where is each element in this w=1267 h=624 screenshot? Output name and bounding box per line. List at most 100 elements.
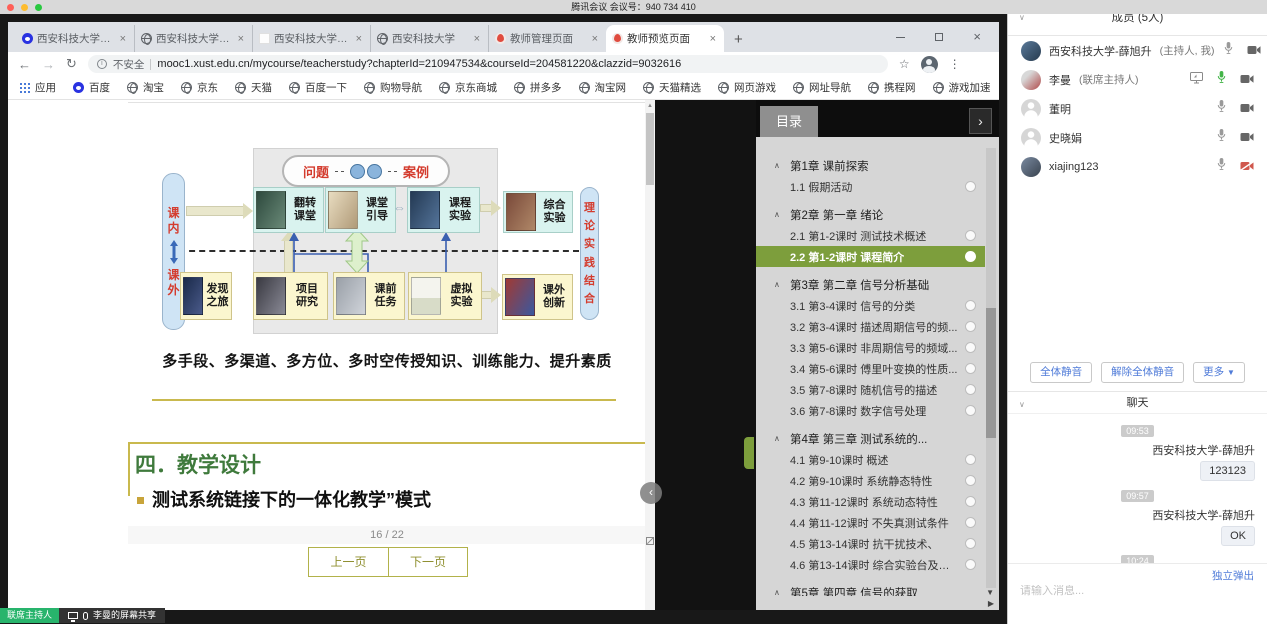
new-tab-button[interactable]: + [724, 31, 753, 52]
tab-close-icon[interactable]: × [354, 33, 364, 45]
toc-section[interactable]: 3.6 第7-8课时 数字信号处理 [756, 400, 985, 421]
browser-tab[interactable]: 西安科技大学欢迎您× [134, 25, 252, 52]
collapse-caret-icon[interactable]: ∧ [774, 210, 790, 219]
toc-chapter[interactable]: ∧第1章 课前探索 [756, 155, 985, 176]
toc-section[interactable]: 4.1 第9-10课时 概述 [756, 449, 985, 470]
browser-tab[interactable]: 西安科技大学_百度× [16, 25, 134, 52]
camera-icon[interactable]: > [1240, 129, 1254, 147]
toc-collapse-handle[interactable] [744, 437, 754, 469]
camera-icon[interactable]: > [1247, 42, 1261, 60]
toc-chapter[interactable]: ∧第5章 第四章 信号的获取 [756, 582, 985, 596]
toc-section[interactable]: 2.2 第1-2课时 课程简介 [756, 246, 985, 267]
browser-tab[interactable]: 教师预览页面× [606, 25, 724, 52]
camera-off-icon[interactable] [1240, 158, 1254, 176]
member-row[interactable]: 史晓娟> [1008, 123, 1267, 152]
member-row[interactable]: 西安科技大学-薛旭升(主持人, 我)> [1008, 36, 1267, 65]
mic-icon[interactable] [1216, 128, 1227, 147]
window-maximize-button[interactable] [935, 33, 943, 41]
tab-close-icon[interactable]: × [118, 33, 128, 45]
next-page-button[interactable]: 下一页 [388, 548, 467, 576]
browser-tab[interactable]: 教师管理页面× [488, 25, 606, 52]
toc-chapter[interactable]: ∧第2章 第一章 绪论 [756, 204, 985, 225]
toc-section[interactable]: 3.4 第5-6课时 傅里叶变换的性质... [756, 358, 985, 379]
mic-icon[interactable] [1216, 70, 1227, 89]
chat-input[interactable] [1020, 585, 1240, 597]
scroll-up-icon[interactable]: ▲ [645, 100, 655, 109]
collapse-caret-icon[interactable]: ∧ [774, 434, 790, 443]
unmute-all-button[interactable]: 解除全体静音 [1101, 362, 1184, 383]
collapse-caret-icon[interactable]: ∧ [774, 161, 790, 170]
toc-title-tab[interactable]: 目录 [760, 106, 818, 137]
toc-section[interactable]: 3.3 第5-6课时 非周期信号的频域... [756, 337, 985, 358]
bookmark-item[interactable]: 携程网 [868, 80, 916, 95]
bookmark-item[interactable]: 游戏加速 [933, 80, 991, 95]
toc-chapter[interactable]: ∧第4章 第三章 测试系统的... [756, 428, 985, 449]
prev-page-button[interactable]: 上一页 [309, 548, 388, 576]
mic-icon[interactable] [1216, 157, 1227, 176]
menu-dots-icon[interactable]: ⋮ [949, 57, 961, 71]
toc-section[interactable]: 2.1 第1-2课时 测试技术概述 [756, 225, 985, 246]
bookmark-star-icon[interactable]: ☆ [899, 57, 910, 71]
minimize-traffic-light[interactable] [21, 4, 28, 11]
scroll-right-icon[interactable]: ▶ [988, 599, 994, 608]
radio-icon[interactable] [965, 251, 976, 262]
bookmark-item[interactable]: 网页游戏 [718, 80, 776, 95]
toc-chapter[interactable]: ∧第3章 第二章 信号分析基础 [756, 274, 985, 295]
chat-header[interactable]: ∨ 聊天 [1008, 391, 1267, 414]
mic-icon[interactable] [1216, 99, 1227, 118]
bookmark-item[interactable]: 购物导航 [364, 80, 422, 95]
radio-icon[interactable] [965, 300, 976, 311]
toc-section[interactable]: 3.2 第3-4课时 描述周期信号的频... [756, 316, 985, 337]
bookmark-item[interactable]: 应用 [20, 80, 56, 95]
radio-icon[interactable] [965, 363, 976, 374]
radio-icon[interactable] [965, 342, 976, 353]
mic-icon[interactable] [1223, 41, 1234, 60]
document-scrollbar[interactable]: ▲ [645, 100, 655, 610]
profile-icon[interactable] [921, 56, 938, 73]
radio-icon[interactable] [965, 496, 976, 507]
url-field[interactable]: i 不安全 mooc1.xust.edu.cn/mycourse/teacher… [88, 55, 888, 73]
toc-section[interactable]: 4.3 第11-12课时 系统动态特性 [756, 491, 985, 512]
toc-section[interactable]: 1.1 假期活动 [756, 176, 985, 197]
radio-icon[interactable] [965, 181, 976, 192]
bookmark-item[interactable]: 拼多多 [514, 80, 562, 95]
radio-icon[interactable] [965, 321, 976, 332]
back-icon[interactable]: ← [18, 57, 31, 72]
member-row[interactable]: 董明> [1008, 94, 1267, 123]
collapse-caret-icon[interactable]: ∧ [774, 280, 790, 289]
bookmark-item[interactable]: 京东 [181, 80, 218, 95]
tab-close-icon[interactable]: × [708, 33, 718, 45]
tab-close-icon[interactable]: × [472, 33, 482, 45]
bookmark-item[interactable]: 京东商城 [439, 80, 497, 95]
bookmark-item[interactable]: 淘宝 [127, 80, 164, 95]
member-row[interactable]: 李曼(联席主持人)> [1008, 65, 1267, 94]
radio-icon[interactable] [965, 538, 976, 549]
refresh-icon[interactable]: ↻ [66, 56, 77, 72]
tab-close-icon[interactable]: × [590, 33, 600, 45]
chevron-down-icon[interactable]: ∨ [1019, 13, 1025, 22]
window-close-button[interactable]: × [973, 32, 981, 42]
radio-icon[interactable] [965, 559, 976, 570]
fullscreen-icon[interactable] [646, 537, 654, 545]
radio-icon[interactable] [965, 475, 976, 486]
bookmark-item[interactable]: 百度 [73, 80, 110, 95]
member-row[interactable]: xiajing123 [1008, 152, 1267, 181]
forward-icon[interactable]: → [42, 57, 55, 72]
scroll-down-icon[interactable]: ▼ [986, 588, 994, 597]
bookmark-item[interactable]: 百度一下 [289, 80, 347, 95]
scrollbar-thumb[interactable] [646, 113, 654, 185]
toc-section[interactable]: 3.1 第3-4课时 信号的分类 [756, 295, 985, 316]
bookmark-item[interactable]: 天猫精选 [643, 80, 701, 95]
radio-icon[interactable] [965, 454, 976, 465]
zoom-traffic-light[interactable] [35, 4, 42, 11]
scrollbar-thumb[interactable] [986, 308, 996, 438]
camera-icon[interactable]: > [1240, 71, 1254, 89]
bookmark-item[interactable]: 淘宝网 [579, 80, 627, 95]
bookmark-item[interactable]: 网址导航 [793, 80, 851, 95]
chevron-down-icon[interactable]: ∨ [1019, 400, 1025, 409]
collapse-caret-icon[interactable]: ∧ [774, 588, 790, 596]
bookmark-item[interactable]: 天猫 [235, 80, 272, 95]
more-button[interactable]: 更多 ▼ [1193, 362, 1245, 383]
info-icon[interactable]: i [97, 59, 107, 69]
toc-section[interactable]: 4.6 第13-14课时 综合实验台及传... [756, 554, 985, 575]
